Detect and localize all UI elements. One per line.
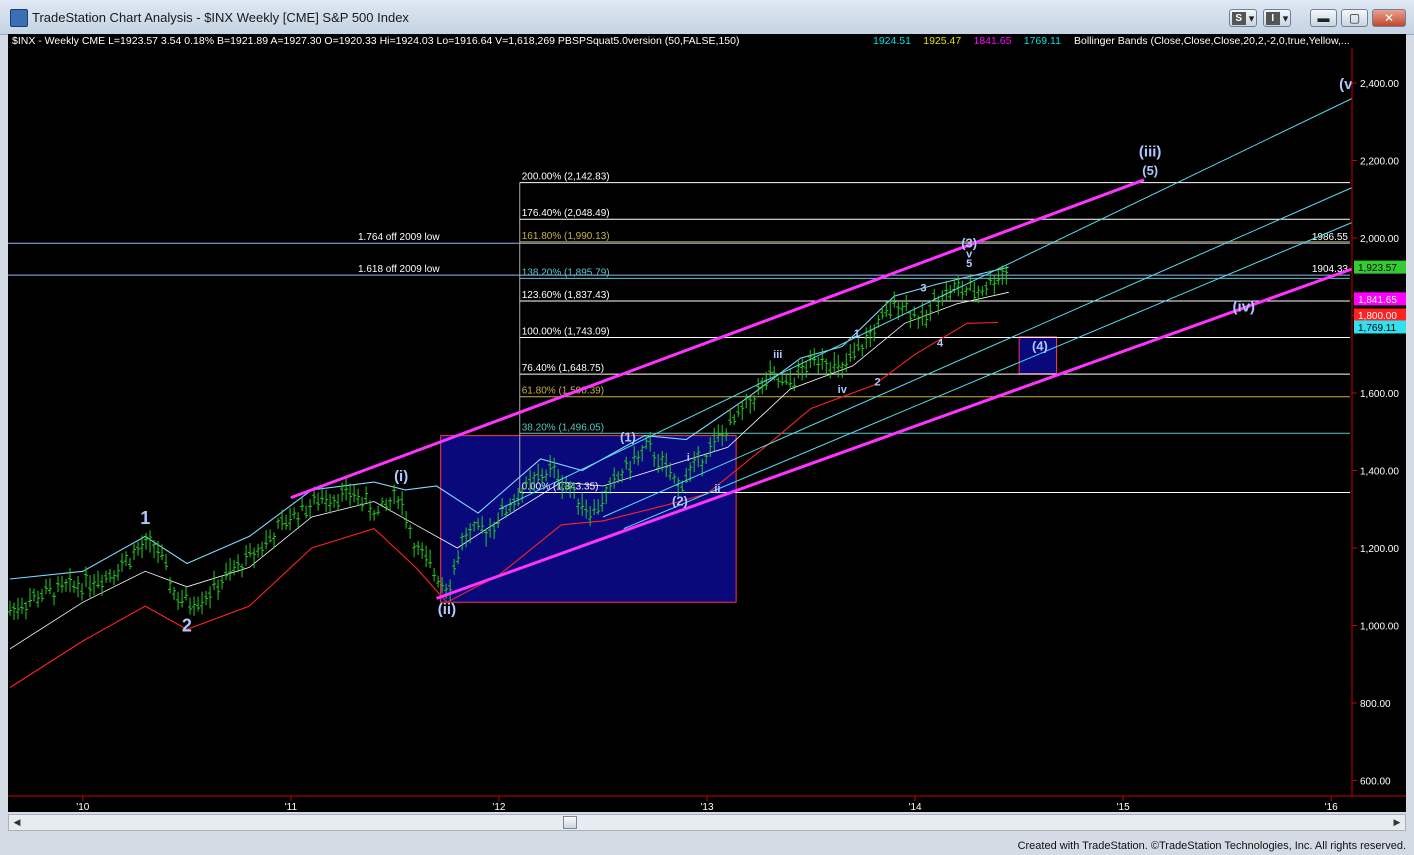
app-icon <box>10 9 28 27</box>
long-level-value: 1986.55 <box>1312 232 1349 243</box>
x-tick-label: '13 <box>700 802 713 812</box>
window-title: TradeStation Chart Analysis - $INX Weekl… <box>32 10 409 25</box>
x-tick-label: '11 <box>285 802 298 812</box>
x-tick-label: '15 <box>1117 802 1130 812</box>
wave-label: iv <box>838 384 848 396</box>
wave-label: 1 <box>140 508 150 528</box>
status-line: $INX - Weekly CME L=1923.57 3.54 0.18% B… <box>12 35 1350 47</box>
y-tick-label: 2,400.00 <box>1360 79 1399 90</box>
close-button[interactable]: ✕ <box>1372 9 1406 27</box>
status-item-0: $INX - Weekly CME L=1923.57 3.54 0.18% B… <box>12 35 739 47</box>
wave-label: i <box>687 452 690 464</box>
y-tick-label: 1,600.00 <box>1360 389 1399 400</box>
wave-label: 2 <box>182 615 192 635</box>
price-marker-label: 1,800.00 <box>1358 311 1397 322</box>
fib-label: 161.80% (1,990.13) <box>522 231 610 242</box>
wave-label: 3 <box>920 282 926 294</box>
price-marker-label: 1,769.11 <box>1358 323 1397 334</box>
wave-label: (i) <box>394 468 408 485</box>
wave-label: 4 <box>937 338 944 350</box>
x-tick-label: '12 <box>492 802 505 812</box>
y-tick-label: 2,000.00 <box>1360 234 1399 245</box>
wave-label: (1) <box>620 429 636 444</box>
wave-label: 1 <box>854 328 860 340</box>
dropdown-arrow-icon: ▾ <box>1282 12 1289 25</box>
i-button[interactable]: I ▾ <box>1263 9 1291 27</box>
wave-label: (5) <box>1142 163 1158 178</box>
wave-label: (v <box>1339 76 1353 93</box>
dropdown-arrow-icon: ▾ <box>1248 12 1255 25</box>
status-item-1: 1924.51 <box>873 35 911 47</box>
chart-svg[interactable]: $INX - Weekly CME L=1923.57 3.54 0.18% B… <box>8 34 1406 812</box>
price-marker-label: 1,923.57 <box>1358 263 1397 274</box>
status-item-4: 1769.11 <box>1024 35 1061 47</box>
status-item-2: 1925.47 <box>923 35 961 47</box>
close-icon: ✕ <box>1383 11 1395 25</box>
y-tick-label: 800.00 <box>1360 699 1391 710</box>
fib-label: 38.20% (1,496.05) <box>522 422 604 433</box>
fib-label: 176.40% (2,048.49) <box>522 208 610 219</box>
x-tick-label: '16 <box>1325 802 1338 812</box>
restore-icon: ▢ <box>1348 11 1361 25</box>
wave-label: (iv) <box>1233 299 1256 316</box>
y-tick-label: 2,200.00 <box>1360 157 1399 168</box>
scroll-right-icon[interactable]: ▶ <box>1390 816 1404 829</box>
wave-label: (4) <box>1032 338 1048 353</box>
channel-line <box>498 98 1353 510</box>
y-tick-label: 1,400.00 <box>1360 467 1399 478</box>
wave-label: 2 <box>875 376 881 388</box>
fib-label: 200.00% (2,142.83) <box>522 172 610 183</box>
scroll-left-icon[interactable]: ◀ <box>10 816 24 829</box>
long-level-label: 1.618 off 2009 low <box>358 264 440 275</box>
wave-label: ii <box>714 483 720 495</box>
chart-area[interactable]: $INX - Weekly CME L=1923.57 3.54 0.18% B… <box>8 34 1406 812</box>
long-level-label: 1.764 off 2009 low <box>358 232 440 243</box>
channel-line <box>623 222 1353 530</box>
y-tick-label: 1,200.00 <box>1360 544 1399 555</box>
status-item-3: 1841.65 <box>974 35 1012 47</box>
fib-label: 123.60% (1,837.43) <box>522 290 610 301</box>
y-tick-label: 1,000.00 <box>1360 622 1399 633</box>
wave-label: (iii) <box>1139 144 1162 161</box>
horizontal-scrollbar[interactable]: ◀ ▶ <box>8 814 1406 831</box>
footer-credit: Created with TradeStation. ©TradeStation… <box>1017 840 1406 852</box>
x-tick-label: '10 <box>76 802 89 812</box>
fib-label: 138.20% (1,895.79) <box>522 267 610 278</box>
minimize-icon: ▬ <box>1317 11 1330 25</box>
channel-line <box>602 187 1353 518</box>
minimize-button[interactable]: ▬ <box>1310 9 1337 27</box>
wave-label: 5 <box>966 258 972 270</box>
restore-button[interactable]: ▢ <box>1341 9 1368 27</box>
wave-label: (2) <box>672 493 688 508</box>
y-tick-label: 600.00 <box>1360 777 1391 788</box>
status-item-5: Bollinger Bands (Close,Close,Close,20,2,… <box>1074 35 1350 47</box>
x-tick-label: '14 <box>909 802 922 812</box>
s-button[interactable]: S ▾ <box>1229 9 1257 27</box>
fib-label: 76.40% (1,648.75) <box>522 363 604 374</box>
price-marker-label: 1,841.65 <box>1358 295 1397 306</box>
wave-label: (ii) <box>438 601 456 618</box>
wave-label: iii <box>773 349 782 361</box>
scroll-thumb[interactable] <box>563 816 577 829</box>
fib-label: 100.00% (1,743.09) <box>522 327 610 338</box>
title-bar: TradeStation Chart Analysis - $INX Weekl… <box>0 0 1414 35</box>
